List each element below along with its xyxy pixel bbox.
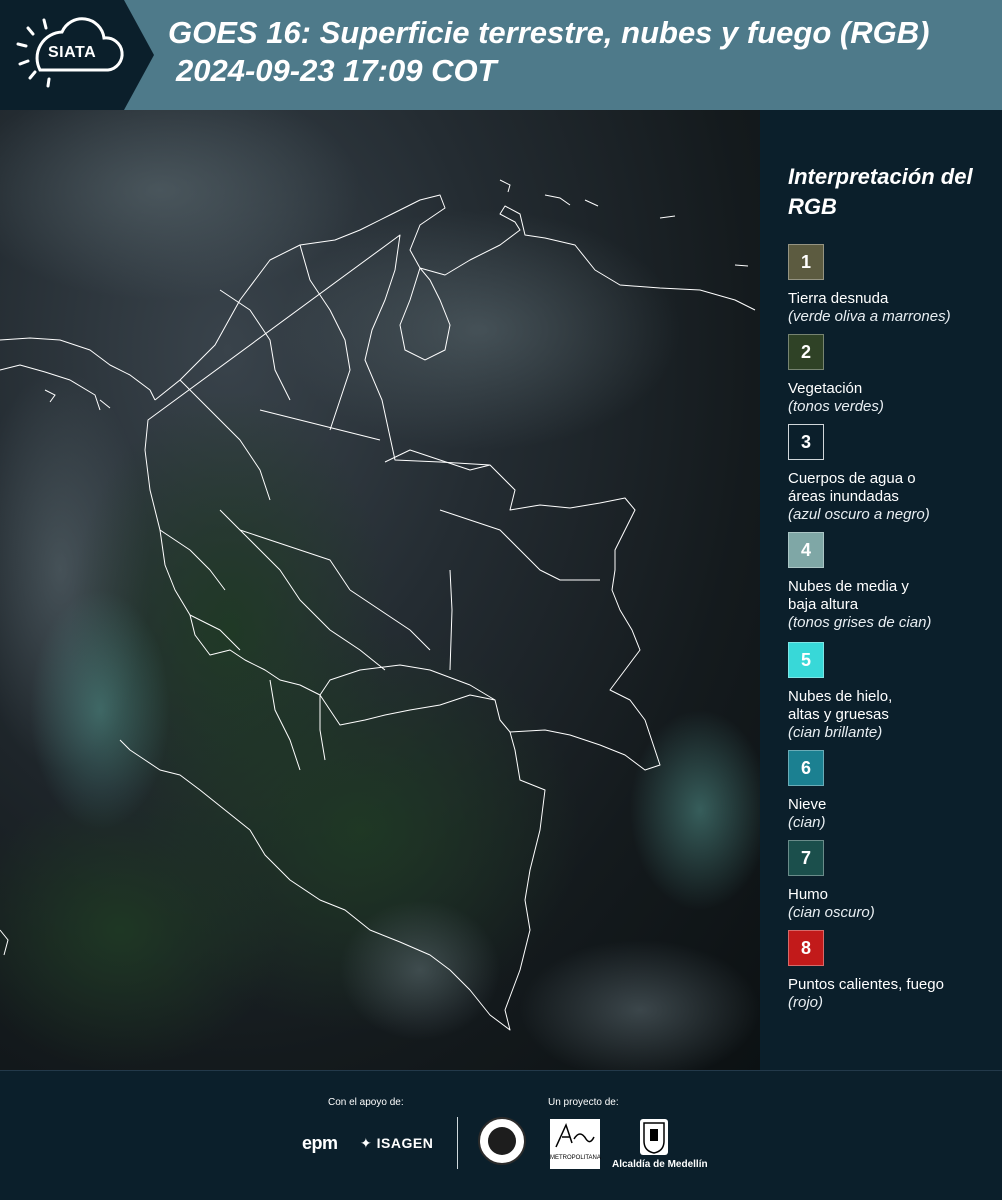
isagen-icon: ✦ — [360, 1135, 377, 1151]
swatch-4: 4 — [788, 532, 824, 568]
swatch-1: 1 — [788, 244, 824, 280]
isagen-text: ISAGEN — [376, 1135, 434, 1151]
legend-item-desc: (tonos verdes) — [788, 398, 884, 415]
legend-item-6: 6 Nieve (cian) — [788, 750, 998, 832]
legend-panel: Interpretación del RGB 1 Tierra desnuda … — [760, 110, 1002, 1070]
legend-item-8: 8 Puntos calientes, fuego (rojo) — [788, 930, 998, 1012]
legend-item-name: Nieve — [788, 796, 827, 813]
title-line-1: GOES 16: Superficie terrestre, nubes y f… — [168, 15, 930, 50]
epm-logo: epm — [302, 1133, 338, 1153]
isagen-logo: ✦ ISAGEN — [360, 1135, 433, 1152]
legend-item-name: Cuerpos de agua o áreas inundadas — [788, 470, 916, 505]
legend-item-desc: (cian oscuro) — [788, 904, 875, 921]
project-label: Un proyecto de: — [548, 1097, 619, 1108]
page-title: GOES 16: Superficie terrestre, nubes y f… — [168, 14, 929, 90]
legend-item-desc: (rojo) — [788, 994, 824, 1011]
logo-text: SIATA — [48, 44, 97, 61]
legend-item-5: 5 Nubes de hielo, altas y gruesas (cian … — [788, 642, 998, 742]
legend-item-name: Tierra desnuda — [788, 290, 889, 307]
satellite-map — [0, 110, 760, 1070]
legend-item-3: 3 Cuerpos de agua o áreas inundadas (azu… — [788, 424, 998, 524]
swatch-8: 8 — [788, 930, 824, 966]
medellin-text: Alcaldía de Medellín — [612, 1159, 708, 1170]
legend-item-desc: (cian brillante) — [788, 724, 883, 741]
seal-inner — [488, 1127, 516, 1155]
footer-divider — [457, 1117, 458, 1169]
legend-item-name: Nubes de media y baja altura — [788, 578, 909, 613]
area-text: METROPOLITANA — [550, 1155, 601, 1161]
legend-item-2: 2 Vegetación (tonos verdes) — [788, 334, 998, 416]
siata-logo: SIATA — [0, 0, 160, 110]
legend-item-4: 4 Nubes de media y baja altura (tonos gr… — [788, 532, 998, 632]
legend-item-name: Humo — [788, 886, 829, 903]
legend-item-name: Nubes de hielo, altas y gruesas — [788, 688, 893, 723]
legend-item-name: Puntos calientes, fuego — [788, 976, 944, 993]
legend-item-7: 7 Humo (cian oscuro) — [788, 840, 998, 922]
support-label: Con el apoyo de: — [328, 1097, 404, 1108]
legend-item-desc: (tonos grises de cian) — [788, 614, 932, 631]
swatch-3: 3 — [788, 424, 824, 460]
title-line-2: 2024-09-23 17:09 COT — [176, 53, 497, 88]
legend-title: Interpretación del RGB — [788, 164, 973, 219]
area-script-icon — [555, 1122, 595, 1148]
legend-item-1: 1 Tierra desnuda (verde oliva a marrones… — [788, 244, 998, 326]
swatch-5: 5 — [788, 642, 824, 678]
footer: Con el apoyo de: Un proyecto de: epm ✦ I… — [0, 1070, 1002, 1200]
swatch-2: 2 — [788, 334, 824, 370]
legend-item-name: Vegetación — [788, 380, 863, 397]
legend-item-desc: (azul oscuro a negro) — [788, 506, 930, 523]
medellin-shield-icon — [640, 1119, 668, 1155]
swatch-6: 6 — [788, 750, 824, 786]
swatch-7: 7 — [788, 840, 824, 876]
legend-item-desc: (verde oliva a marrones) — [788, 308, 951, 325]
legend-item-desc: (cian) — [788, 814, 826, 831]
university-seal-icon — [478, 1117, 526, 1165]
area-metropolitana-logo: METROPOLITANA — [550, 1119, 601, 1169]
header-bar: SIATA GOES 16: Superficie terrestre, nub… — [0, 0, 1002, 110]
